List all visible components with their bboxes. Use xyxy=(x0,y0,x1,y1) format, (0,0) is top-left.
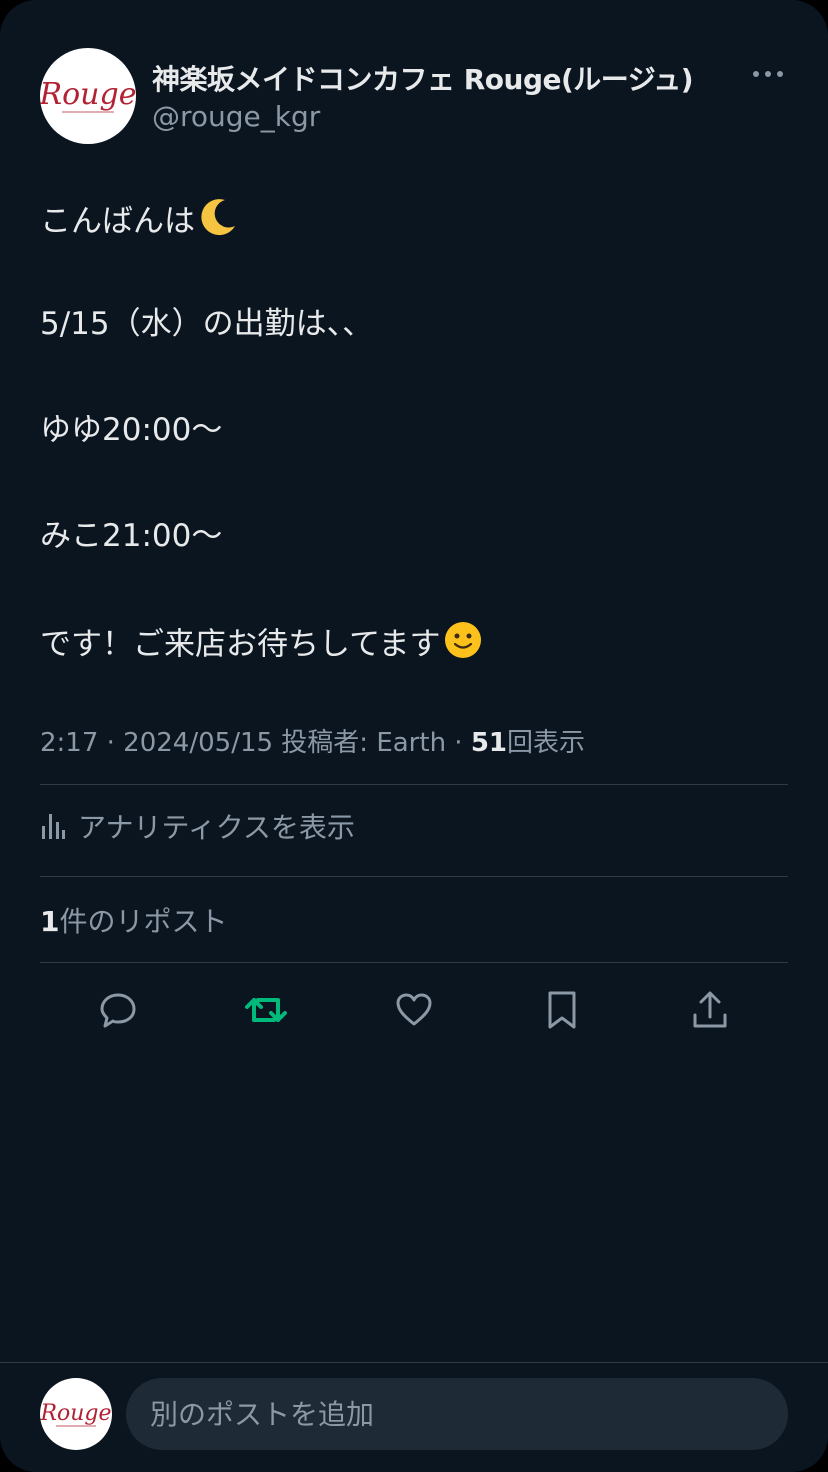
post-header: Rouge 神楽坂メイドコンカフェ Rouge(ルージュ) @rouge_kgr xyxy=(40,48,788,148)
post-line: ゆゆ20:00〜 xyxy=(40,412,223,448)
view-count: 51 xyxy=(470,728,508,758)
post-line: です！ご来店お待ちしてます xyxy=(40,620,483,672)
svg-text:Rouge: Rouge xyxy=(40,77,136,112)
reply-icon[interactable] xyxy=(92,984,144,1036)
divider xyxy=(40,876,788,877)
bookmark-icon[interactable] xyxy=(536,984,588,1036)
user-handle[interactable]: @rouge_kgr xyxy=(152,100,320,133)
post-line: みこ21:00〜 xyxy=(40,518,223,554)
display-name[interactable]: 神楽坂メイドコンカフェ Rouge(ルージュ) xyxy=(152,58,694,98)
rouge-logo: Rouge xyxy=(40,1401,112,1427)
more-icon[interactable] xyxy=(748,62,788,86)
repost-icon[interactable] xyxy=(240,984,292,1036)
reply-input[interactable] xyxy=(126,1378,788,1450)
divider xyxy=(40,962,788,963)
post-text: こんばんは xyxy=(40,203,195,240)
share-icon[interactable] xyxy=(684,984,736,1036)
view-label: 回表示 xyxy=(507,728,586,758)
analytics-icon xyxy=(42,814,65,839)
rouge-logo: Rouge xyxy=(40,77,136,113)
repost-label: 件のリポスト xyxy=(59,905,228,938)
post-text: です！ご来店お待ちしてます xyxy=(40,626,441,663)
divider xyxy=(0,1362,828,1363)
like-icon[interactable] xyxy=(388,984,440,1036)
avatar[interactable]: Rouge xyxy=(40,48,136,144)
analytics-link[interactable]: アナリティクスを表示 xyxy=(40,806,355,846)
post-timestamp: 2:17 · 2024/05/15 投稿者: Earth · xyxy=(40,728,471,758)
slightly-smiling-face-icon xyxy=(443,620,483,672)
action-bar xyxy=(40,984,788,1036)
post-line: 5/15（水）の出勤は、、 xyxy=(40,306,374,342)
repost-count-link[interactable]: 1件のリポスト xyxy=(40,900,228,940)
repost-count: 1 xyxy=(40,905,60,938)
post-meta: 2:17 · 2024/05/15 投稿者: Earth · 51回表示 xyxy=(40,722,585,759)
post-line: こんばんは xyxy=(40,196,239,250)
divider xyxy=(40,784,788,785)
crescent-moon-icon xyxy=(197,196,239,250)
analytics-label: アナリティクスを表示 xyxy=(78,811,355,844)
svg-text:Rouge: Rouge xyxy=(40,1401,112,1426)
tweet-detail-screen: Rouge 神楽坂メイドコンカフェ Rouge(ルージュ) @rouge_kgr… xyxy=(0,0,828,1472)
avatar[interactable]: Rouge xyxy=(40,1378,112,1450)
